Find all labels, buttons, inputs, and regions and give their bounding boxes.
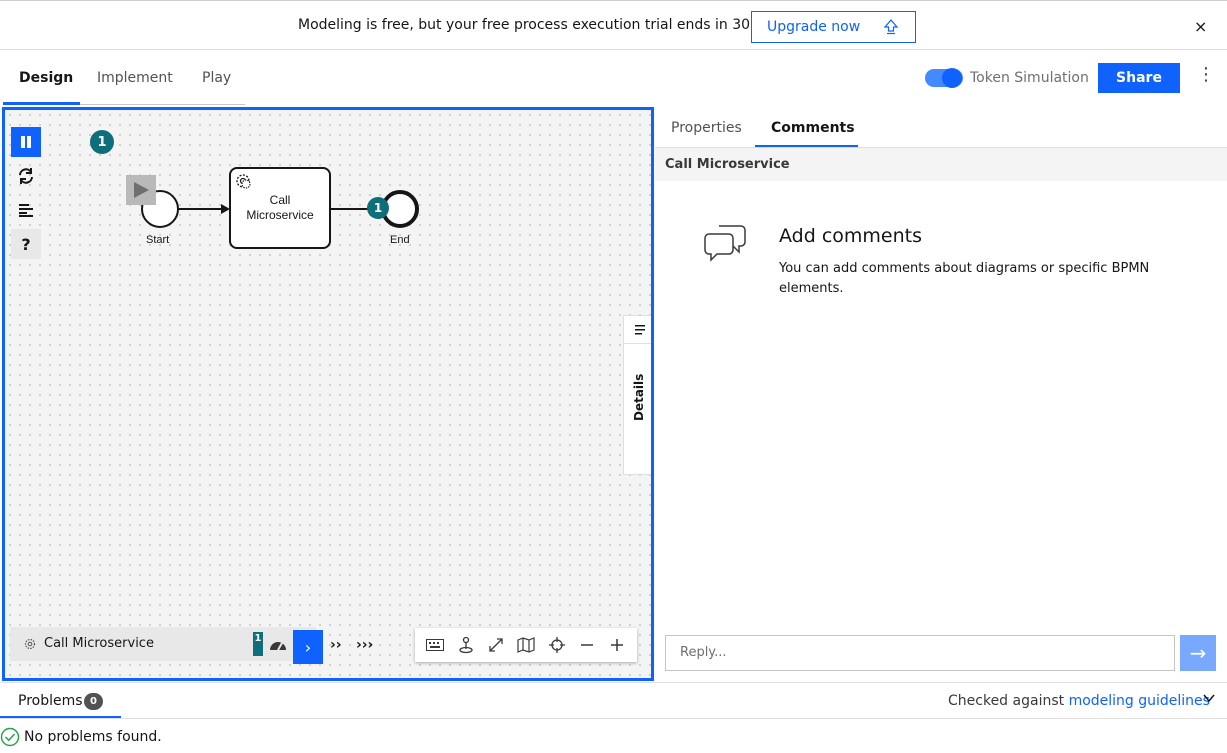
guidelines-prefix: Checked against bbox=[948, 693, 1069, 709]
canvas-controls bbox=[415, 628, 637, 662]
fullscreen-button[interactable] bbox=[487, 636, 505, 654]
trial-message: Modeling is free, but your free process … bbox=[298, 17, 788, 33]
share-button[interactable]: Share bbox=[1098, 63, 1180, 93]
problems-tab[interactable]: Problems bbox=[18, 693, 83, 709]
current-element-name: Call Microservice bbox=[44, 636, 154, 651]
tab-design[interactable]: Design bbox=[19, 70, 73, 86]
simulation-step-bar: Call Microservice 1 bbox=[10, 627, 316, 661]
start-event-label: Start bbox=[146, 234, 170, 246]
token-simulation-toggle[interactable] bbox=[925, 68, 963, 88]
active-tab-indicator bbox=[3, 102, 80, 105]
gear-icon bbox=[236, 174, 251, 189]
token-simulation-label: Token Simulation bbox=[970, 70, 1089, 86]
play-icon bbox=[134, 182, 149, 198]
speed-gauge-icon[interactable] bbox=[268, 636, 288, 652]
zoom-in-icon bbox=[611, 639, 623, 651]
upgrade-button[interactable]: Upgrade now bbox=[751, 11, 916, 43]
element-token-count: 1 bbox=[253, 632, 263, 656]
tab-play[interactable]: Play bbox=[202, 70, 231, 86]
reset-view-icon bbox=[459, 636, 473, 654]
start-token-button[interactable] bbox=[126, 175, 156, 205]
zoom-out-button[interactable] bbox=[578, 636, 596, 654]
service-task[interactable]: Call Microservice bbox=[229, 167, 331, 249]
step-next-button[interactable]: › bbox=[293, 630, 323, 664]
footer-divider bbox=[0, 718, 1227, 719]
keyboard-icon bbox=[426, 639, 444, 651]
more-options-icon[interactable]: ⋮ bbox=[1197, 64, 1215, 85]
end-token-badge: 1 bbox=[367, 197, 389, 219]
comments-icon bbox=[704, 225, 746, 262]
fullscreen-icon bbox=[489, 638, 503, 652]
fast-forward-all-button[interactable]: ››› bbox=[356, 637, 373, 653]
tab-comments[interactable]: Comments bbox=[771, 120, 855, 136]
zoom-out-icon bbox=[581, 644, 593, 646]
minimap-icon bbox=[517, 637, 535, 653]
send-comment-button[interactable]: → bbox=[1180, 635, 1216, 671]
minimap-button[interactable] bbox=[517, 636, 535, 654]
fast-forward-button[interactable]: ›› bbox=[330, 637, 342, 653]
problems-count-badge: 0 bbox=[84, 693, 103, 710]
reply-input[interactable]: Reply... bbox=[665, 635, 1175, 671]
close-banner-icon[interactable]: × bbox=[1194, 17, 1207, 36]
end-event-label: End bbox=[390, 234, 410, 246]
task-label-line1: Call bbox=[269, 193, 291, 207]
task-label-line2: Microservice bbox=[246, 208, 314, 222]
details-list-icon bbox=[635, 325, 645, 335]
checkmark-circle-icon bbox=[0, 727, 20, 747]
diagram-canvas[interactable]: ? 1 Start Call Microservice 1 End Detail… bbox=[2, 107, 654, 681]
keyboard-shortcuts-button[interactable] bbox=[426, 636, 444, 654]
task-label: Call Microservice bbox=[231, 193, 329, 223]
trial-banner: Modeling is free, but your free process … bbox=[0, 0, 1227, 50]
toggle-knob bbox=[942, 68, 962, 88]
details-divider bbox=[624, 343, 651, 344]
selected-element-name: Call Microservice bbox=[665, 157, 790, 172]
guidelines-note: Checked against modeling guidelines bbox=[948, 693, 1210, 709]
modeling-guidelines-link[interactable]: modeling guidelines bbox=[1069, 693, 1210, 709]
tab-divider bbox=[80, 104, 245, 105]
tab-properties[interactable]: Properties bbox=[671, 120, 742, 136]
no-problems-message: No problems found. bbox=[24, 729, 162, 745]
upgrade-label: Upgrade now bbox=[767, 19, 861, 35]
arrow-right-icon: → bbox=[1189, 641, 1207, 665]
empty-state-description: You can add comments about diagrams or s… bbox=[779, 261, 1150, 296]
tab-implement[interactable]: Implement bbox=[97, 70, 173, 86]
empty-state-title: Add comments bbox=[779, 225, 922, 247]
details-panel-toggle[interactable]: Details bbox=[623, 315, 651, 475]
active-panel-tab-indicator bbox=[755, 145, 858, 147]
element-gear-icon bbox=[24, 638, 36, 650]
selected-element-header: Call Microservice bbox=[655, 148, 1227, 181]
zoom-in-button[interactable] bbox=[608, 636, 626, 654]
details-label: Details bbox=[632, 373, 646, 421]
side-panel: Properties Comments Call Microservice Ad… bbox=[655, 107, 1227, 681]
problems-footer: Problems 0 Checked against modeling guid… bbox=[0, 682, 1227, 753]
center-icon bbox=[549, 637, 565, 653]
upgrade-arrow-icon bbox=[883, 19, 899, 35]
collapse-chevron-icon[interactable] bbox=[1202, 691, 1216, 709]
reset-view-button[interactable] bbox=[457, 636, 475, 654]
center-view-button[interactable] bbox=[548, 636, 566, 654]
